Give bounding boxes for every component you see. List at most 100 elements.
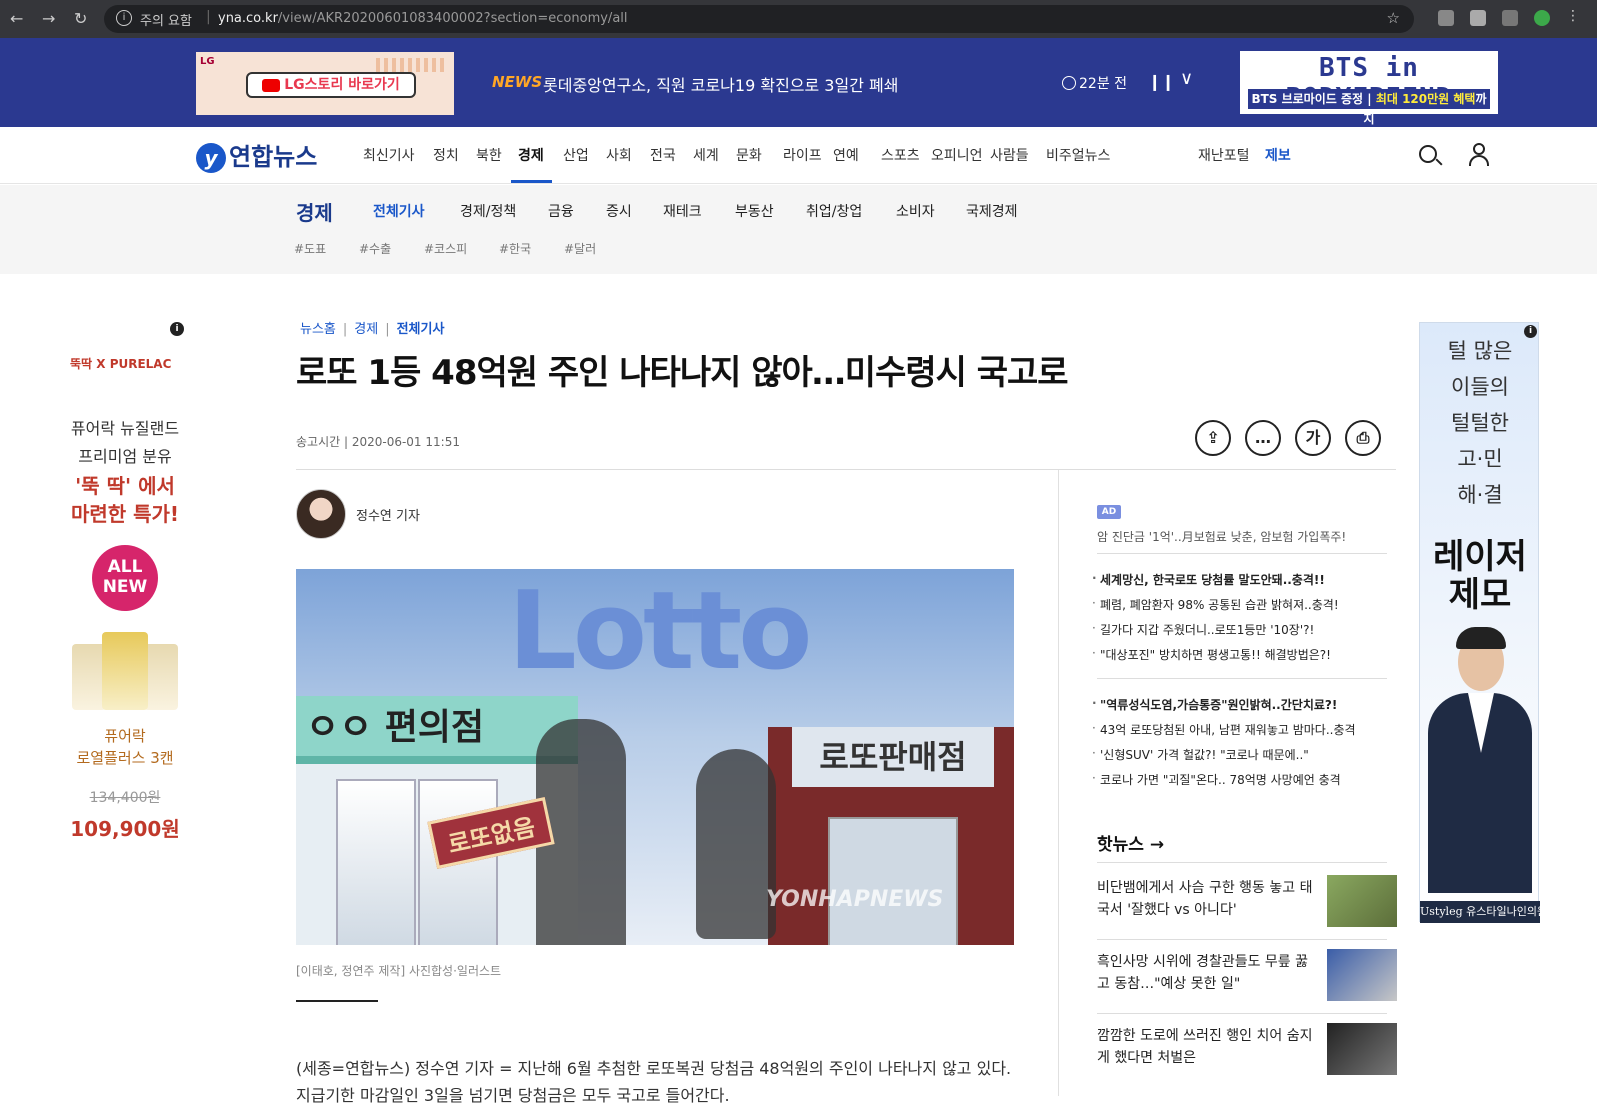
breaking-news-headline[interactable]: 롯데중앙연구소, 직원 코로나19 확진으로 3일간 폐쇄 [543,72,898,96]
url-text[interactable]: yna.co.kr/view/AKR20200601083400002?sect… [218,11,628,26]
lg-story-button[interactable]: LG스토리 바로가기 [246,72,416,98]
bts-ad-sub-left: BTS 브로마이드 증정 [1251,92,1364,106]
chevron-down-icon[interactable]: ∨ [1180,68,1193,89]
nav-item[interactable]: 전국 [650,145,676,165]
right-side-ad[interactable]: i 털 많은 이들의 털털한 고·민 해·결 레이저 제모 Ustyleg 유스… [1419,322,1540,923]
tag-link[interactable]: #한국 [499,240,531,257]
nav-item[interactable]: 세계 [693,145,719,165]
hot-news-item[interactable]: 흑인사망 시위에 경찰관들도 무릎 꿇고 동참…"예상 못한 일" [1097,951,1317,995]
ad-link[interactable]: "대상포진" 방치하면 평생고통!! 해결방법은?! [1092,646,1331,663]
nav-item[interactable]: 사회 [606,145,632,165]
article-body: (세종=연합뉴스) 정수연 기자 = 지난해 6월 추첨한 로또복권 당첨금 4… [296,1059,1012,1105]
extension-icon[interactable] [1438,10,1454,26]
share-icon[interactable]: ⇪ [1195,420,1231,456]
font-size-icon[interactable]: 가 [1295,420,1331,456]
comment-icon[interactable]: … [1245,420,1281,456]
hot-news-title[interactable]: 핫뉴스 → [1097,830,1164,855]
section-menu-item[interactable]: 증시 [606,201,632,221]
hot-news-thumbnail[interactable] [1327,875,1397,927]
search-icon[interactable] [1419,145,1437,163]
section-menu-item[interactable]: 부동산 [735,201,774,221]
ad-link[interactable]: 세계망신, 한국로또 당첨률 말도안돼..충격!! [1092,571,1325,588]
nav-item[interactable]: 산업 [563,145,589,165]
section-menu-item[interactable]: 금융 [548,201,574,221]
youtube-play-icon [262,78,281,92]
ad-link[interactable]: 43억 로또당첨된 아내, 남편 재워놓고 밤마다..충격 [1092,721,1356,738]
publish-time: 송고시간 | 2020-06-01 11:51 [296,435,460,449]
nav-item[interactable]: 정치 [433,145,459,165]
url-path: /view/AKR20200601083400002?section=econo… [277,11,628,26]
ad-link[interactable]: '신형SUV' 가격 헐값?! "코로나 때문에.." [1092,746,1309,763]
nav-item[interactable]: 오피니언 [931,145,983,165]
hot-news-label: 핫뉴스 [1097,835,1144,855]
extension-icon[interactable] [1470,10,1486,26]
ad-link[interactable]: 코로나 가면 "괴질"온다.. 78억명 사망예언 충격 [1092,771,1341,788]
left-side-ad[interactable]: i 뚝딱 X PURELAC 퓨어락 뉴질랜드 프리미엄 분유 '뚝 딱' 에서 마… [60,320,190,850]
nav-item[interactable]: 연예 [833,145,859,165]
pocket-icon[interactable] [1502,10,1518,26]
section-menu-item[interactable]: 재테크 [663,201,702,221]
article-image[interactable]: Lotto ㅇㅇ 편의점 로또판매점 로또없음 YONHAPNEWS [296,569,1014,945]
tag-link[interactable]: #달러 [564,240,596,257]
divider [296,469,1396,470]
breadcrumb-section[interactable]: 경제 [354,322,378,337]
nav-disaster-portal[interactable]: 재난포털 [1198,145,1250,165]
reporter-name[interactable]: 정수연 기자 [356,505,420,524]
divider [1097,1013,1387,1014]
nav-item[interactable]: 스포츠 [881,145,920,165]
nav-item[interactable]: 비주얼뉴스 [1046,145,1110,165]
address-bar[interactable]: i 주의 요함 | yna.co.kr/view/AKR202006010834… [104,5,1414,33]
ad-info-icon[interactable]: i [170,322,184,336]
back-icon[interactable]: ← [10,9,23,28]
section-menu-item[interactable]: 국제경제 [966,201,1018,221]
nav-report[interactable]: 제보 [1265,145,1291,165]
hot-news-item[interactable]: 비단뱀에게서 사슴 구한 행동 놓고 태국서 '잘했다 vs 아니다' [1097,877,1317,921]
ad-link[interactable]: "역류성식도염,가슴통증"원인밝혀..간단치료?! [1092,696,1337,713]
ad-copy: 털 많은 이들의 털털한 고·민 해·결 [1420,333,1540,513]
ad-tag: AD [1097,505,1121,519]
section-menu-item[interactable]: 경제/정책 [460,201,516,221]
bookmark-star-icon[interactable]: ☆ [1387,9,1400,27]
ad-link[interactable]: 폐렴, 폐암환자 98% 공통된 습관 밝혀져..충격! [1092,596,1339,613]
tag-link[interactable]: #수출 [359,240,391,257]
print-icon[interactable]: ⎙ [1345,420,1381,456]
grammarly-icon[interactable] [1534,10,1550,26]
nav-item[interactable]: 사람들 [990,145,1029,165]
product-can [72,644,106,710]
pause-icon[interactable]: ❙❙ [1148,72,1175,91]
ad-link[interactable]: 길가다 지갑 주웠더니..로또1등만 '10장'?! [1092,621,1314,638]
image-door [336,779,416,945]
section-menu-item[interactable]: 소비자 [896,201,935,221]
section-title[interactable]: 경제 [296,197,333,226]
section-menu-item[interactable]: 취업/창업 [806,201,862,221]
ad-line: 해·결 [1457,483,1503,507]
lg-ad-banner[interactable]: LG LG스토리 바로가기 [196,52,454,115]
image-shop-sign: 로또판매점 [792,727,994,787]
hot-news-thumbnail[interactable] [1327,949,1397,1001]
url-separator: | [206,9,211,25]
image-lotto-text: Lotto [508,569,812,694]
forward-icon[interactable]: → [42,9,55,28]
nav-item[interactable]: 최신기사 [363,145,415,165]
nav-item[interactable]: 북한 [476,145,502,165]
user-icon[interactable] [1468,143,1490,166]
info-icon[interactable]: i [116,10,132,26]
reload-icon[interactable]: ↻ [74,9,87,28]
section-menu-item[interactable]: 전체기사 [373,201,425,221]
site-logo[interactable]: y 연합뉴스 [196,137,317,173]
divider [1097,678,1387,679]
nav-item[interactable]: 문화 [736,145,762,165]
tag-link[interactable]: #도표 [294,240,326,257]
breadcrumb-current[interactable]: 전체기사 [397,322,445,337]
menu-icon[interactable]: ⋮ [1566,8,1582,24]
ad-brand: 뚝딱 X PURELAC [70,357,172,371]
tag-link[interactable]: #코스피 [424,240,467,257]
ad-intro[interactable]: 암 진단금 '1억'..月보험료 낮춘, 암보험 가입폭주! [1097,528,1346,545]
hot-news-item[interactable]: 깜깜한 도로에 쓰러진 행인 치어 숨지게 했다면 처벌은 [1097,1025,1317,1069]
breadcrumb-home[interactable]: 뉴스홈 [300,322,336,337]
nav-item[interactable]: 라이프 [783,145,822,165]
bodyfriend-ad-banner[interactable]: BTS in BODYFRIEND BTS 브로마이드 증정 | 최대 120만… [1240,51,1498,126]
nav-item[interactable]: 경제 [518,145,544,165]
clock-icon [1062,76,1076,90]
hot-news-thumbnail[interactable] [1327,1023,1397,1075]
